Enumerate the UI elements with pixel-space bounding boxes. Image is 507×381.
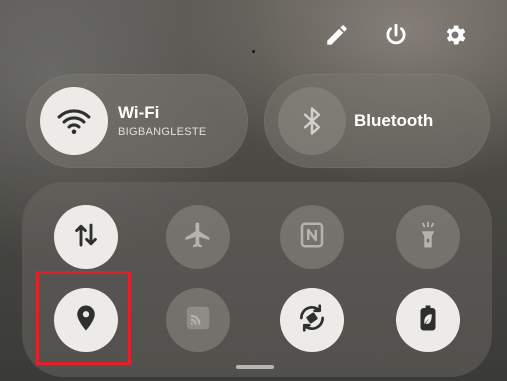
cast-toggle[interactable]	[166, 288, 230, 352]
nfc-icon	[297, 220, 327, 255]
flashlight-toggle[interactable]	[396, 205, 460, 269]
power-icon[interactable]	[381, 20, 411, 50]
cast-icon	[183, 303, 213, 338]
auto-rotate-toggle[interactable]	[280, 288, 344, 352]
camera-dot	[252, 50, 255, 53]
top-action-bar	[0, 0, 507, 62]
airplane-icon	[183, 220, 213, 255]
bluetooth-title: Bluetooth	[354, 111, 434, 130]
panel-drag-handle[interactable]	[236, 365, 274, 369]
wifi-title: Wi-Fi	[118, 103, 160, 122]
wifi-toggle[interactable]: Wi-Fi BIGBANGLESTE	[26, 74, 248, 168]
mobile-data-icon	[71, 220, 101, 255]
location-highlight-box	[36, 271, 131, 365]
auto-rotate-icon	[296, 302, 328, 339]
pencil-icon[interactable]	[322, 20, 352, 50]
bluetooth-toggle[interactable]: Bluetooth	[264, 74, 490, 168]
wifi-icon	[40, 87, 108, 155]
airplane-mode-toggle[interactable]	[166, 205, 230, 269]
battery-saver-icon	[413, 303, 443, 338]
wifi-network-name: BIGBANGLESTE	[118, 126, 207, 138]
nfc-toggle[interactable]	[280, 205, 344, 269]
mobile-data-toggle[interactable]	[54, 205, 118, 269]
bluetooth-icon	[278, 87, 346, 155]
flashlight-icon	[413, 220, 443, 255]
battery-saver-toggle[interactable]	[396, 288, 460, 352]
gear-icon[interactable]	[440, 20, 470, 50]
